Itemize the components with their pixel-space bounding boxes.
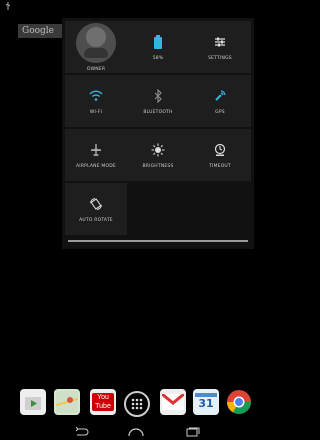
quick-settings-panel: OWNER 58% SETTINGS WI-FI BLUETOOTH GPS A…: [62, 18, 254, 249]
tile-timeout[interactable]: TIMEOUT: [189, 129, 251, 181]
tile-bluetooth-label: BLUETOOTH: [143, 109, 173, 115]
battery-icon: [150, 34, 166, 50]
wifi-icon: [88, 88, 104, 104]
app-drawer-icon[interactable]: [124, 391, 150, 417]
google-search-bar[interactable]: Google: [18, 24, 64, 38]
back-icon[interactable]: [74, 427, 90, 437]
tile-settings-label: SETTINGS: [208, 55, 232, 61]
tile-airplane[interactable]: AIRPLANE MODE: [65, 129, 127, 181]
status-bar: [0, 0, 256, 14]
tile-brightness-label: BRIGHTNESS: [142, 163, 174, 169]
gps-icon: [212, 88, 228, 104]
google-search-label: Google: [22, 26, 54, 36]
calendar-icon[interactable]: 31: [193, 389, 219, 415]
tile-battery-label: 58%: [152, 55, 164, 61]
tile-gps-label: GPS: [215, 109, 225, 115]
timeout-icon: [212, 142, 228, 158]
youtube-icon[interactable]: You Tube: [90, 389, 116, 415]
tile-timeout-label: TIMEOUT: [209, 163, 231, 169]
tile-wifi[interactable]: WI-FI: [65, 75, 127, 127]
usb-debug-icon: [5, 2, 11, 10]
play-store-icon[interactable]: [20, 389, 46, 415]
owner-avatar: [76, 22, 116, 63]
panel-drag-handle[interactable]: [68, 240, 248, 242]
tile-gps[interactable]: GPS: [189, 75, 251, 127]
gmail-icon[interactable]: [160, 389, 186, 415]
tile-wifi-label: WI-FI: [89, 109, 103, 115]
tile-owner-label: OWNER: [86, 66, 106, 72]
brightness-icon: [150, 142, 166, 158]
tile-auto-rotate-label: AUTO ROTATE: [79, 217, 113, 223]
tile-battery[interactable]: 58%: [127, 21, 189, 73]
dock: You Tube 31: [0, 382, 256, 422]
auto-rotate-icon: [88, 196, 104, 212]
tile-owner[interactable]: OWNER: [65, 21, 127, 73]
chrome-icon[interactable]: [226, 389, 252, 415]
youtube-label: You Tube: [92, 393, 114, 411]
settings-sliders-icon: [212, 34, 228, 50]
airplane-icon: [88, 142, 104, 158]
maps-icon[interactable]: [54, 389, 80, 415]
recents-icon[interactable]: [184, 427, 200, 437]
bluetooth-icon: [150, 88, 166, 104]
tile-brightness[interactable]: BRIGHTNESS: [127, 129, 189, 181]
tile-auto-rotate[interactable]: AUTO ROTATE: [65, 183, 127, 235]
tile-settings[interactable]: SETTINGS: [189, 21, 251, 73]
tile-bluetooth[interactable]: BLUETOOTH: [127, 75, 189, 127]
home-icon[interactable]: [128, 427, 144, 437]
tile-airplane-label: AIRPLANE MODE: [76, 163, 116, 169]
calendar-date: 31: [198, 397, 214, 410]
navigation-bar: [0, 424, 256, 440]
